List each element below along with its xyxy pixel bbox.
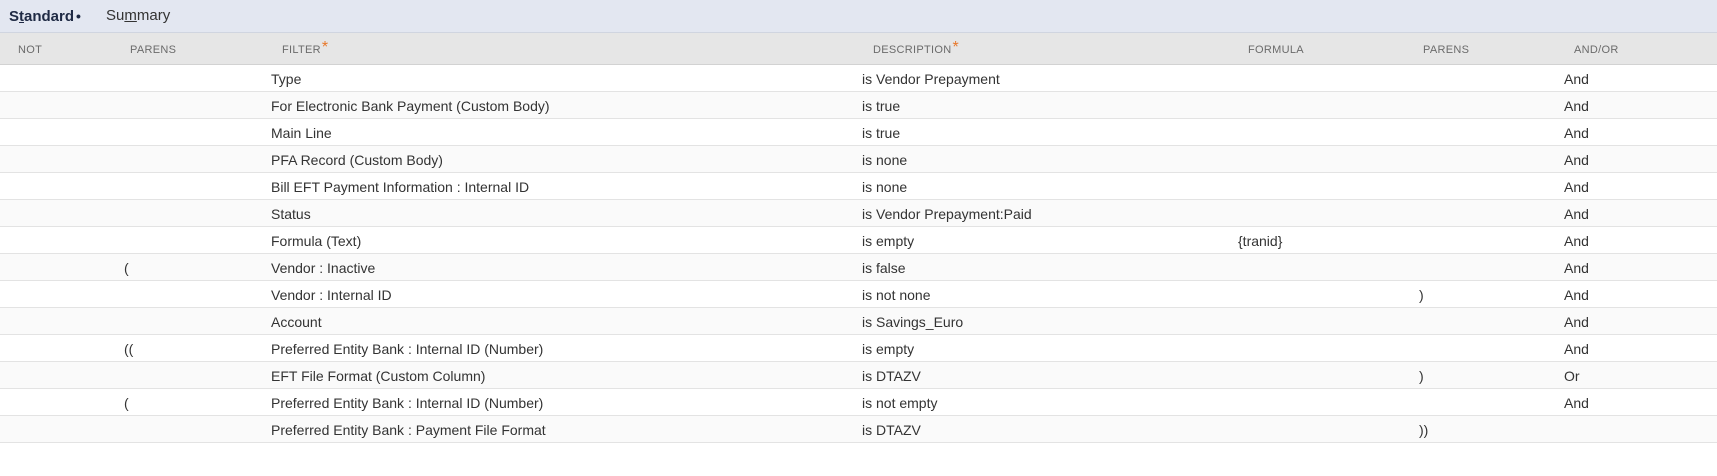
table-row[interactable]: Formula (Text) is empty {tranid} And xyxy=(0,227,1717,254)
required-marker: * xyxy=(952,39,960,56)
cell-parens[interactable]: (( xyxy=(124,341,133,357)
cell-formula[interactable]: {tranid} xyxy=(1238,233,1282,249)
header-description-label: DESCRIPTION xyxy=(873,44,952,56)
cell-filter[interactable]: Vendor : Internal ID xyxy=(271,287,392,303)
tab-standard-label-post: andard xyxy=(24,8,75,25)
cell-andor[interactable]: And xyxy=(1564,233,1589,249)
cell-andor[interactable]: And xyxy=(1564,341,1589,357)
tab-summary-label-pre: Su xyxy=(106,7,125,24)
cell-filter[interactable]: Preferred Entity Bank : Internal ID (Num… xyxy=(271,341,543,357)
header-not: NOT xyxy=(18,44,43,56)
cell-andor[interactable]: And xyxy=(1564,179,1589,195)
cell-description[interactable]: is none xyxy=(862,152,907,168)
cell-filter[interactable]: Account xyxy=(271,314,322,330)
table-row[interactable]: ( Vendor : Inactive is false And xyxy=(0,254,1717,281)
criteria-table-header: NOT PARENS FILTER* DESCRIPTION* FORMULA … xyxy=(0,33,1717,65)
table-row[interactable]: Type is Vendor Prepayment And xyxy=(0,65,1717,92)
cell-filter[interactable]: Vendor : Inactive xyxy=(271,260,375,276)
tab-summary-label-post: mary xyxy=(136,7,171,24)
cell-description[interactable]: is Savings_Euro xyxy=(862,314,963,330)
cell-filter[interactable]: Type xyxy=(271,71,301,87)
table-row[interactable]: PFA Record (Custom Body) is none And xyxy=(0,146,1717,173)
table-row[interactable]: For Electronic Bank Payment (Custom Body… xyxy=(0,92,1717,119)
cell-filter[interactable]: Status xyxy=(271,206,311,222)
cell-parens-close[interactable]: )) xyxy=(1419,422,1428,438)
table-row[interactable]: Account is Savings_Euro And xyxy=(0,308,1717,335)
table-row[interactable]: Main Line is true And xyxy=(0,119,1717,146)
cell-description[interactable]: is true xyxy=(862,125,900,141)
header-parens-close: PARENS xyxy=(1423,44,1470,56)
header-parens: PARENS xyxy=(130,44,177,56)
cell-andor[interactable]: And xyxy=(1564,152,1589,168)
tab-standard-marker: • xyxy=(76,8,81,24)
header-filter: FILTER* xyxy=(282,40,328,57)
table-row[interactable]: EFT File Format (Custom Column) is DTAZV)… xyxy=(0,362,1717,389)
cell-description[interactable]: is false xyxy=(862,260,906,276)
header-filter-label: FILTER xyxy=(282,44,321,56)
tab-summary[interactable]: Summary xyxy=(106,7,170,25)
header-description: DESCRIPTION* xyxy=(873,40,959,57)
cell-parens[interactable]: ( xyxy=(124,395,129,411)
table-row[interactable]: Vendor : Internal ID is not none) And xyxy=(0,281,1717,308)
cell-description[interactable]: is not empty xyxy=(862,395,937,411)
tab-summary-label-accesskey: m xyxy=(124,7,137,24)
header-andor: AND/OR xyxy=(1574,44,1619,56)
cell-description[interactable]: is none xyxy=(862,179,907,195)
cell-andor[interactable]: And xyxy=(1564,71,1589,87)
cell-description[interactable]: is true xyxy=(862,98,900,114)
subtab-bar: Standard • Summary xyxy=(0,0,1717,33)
cell-filter[interactable]: PFA Record (Custom Body) xyxy=(271,152,443,168)
cell-filter[interactable]: For Electronic Bank Payment (Custom Body… xyxy=(271,98,550,114)
cell-parens-close[interactable]: ) xyxy=(1419,368,1424,384)
cell-andor[interactable]: And xyxy=(1564,314,1589,330)
cell-description[interactable]: is Vendor Prepayment:Paid xyxy=(862,206,1032,222)
cell-filter[interactable]: EFT File Format (Custom Column) xyxy=(271,368,485,384)
tab-standard[interactable]: Standard • xyxy=(9,7,81,26)
cell-andor[interactable]: And xyxy=(1564,395,1589,411)
table-row[interactable]: Status is Vendor Prepayment:Paid And xyxy=(0,200,1717,227)
cell-description[interactable]: is DTAZV xyxy=(862,422,921,438)
cell-description[interactable]: is not none xyxy=(862,287,931,303)
cell-filter[interactable]: Preferred Entity Bank : Internal ID (Num… xyxy=(271,395,543,411)
cell-description[interactable]: is empty xyxy=(862,341,914,357)
cell-description[interactable]: is empty xyxy=(862,233,914,249)
cell-andor[interactable]: And xyxy=(1564,206,1589,222)
table-row[interactable]: (( Preferred Entity Bank : Internal ID (N… xyxy=(0,335,1717,362)
cell-filter[interactable]: Main Line xyxy=(271,125,332,141)
table-row[interactable]: Preferred Entity Bank : Payment File For… xyxy=(0,416,1717,443)
tab-standard-label-pre: S xyxy=(9,8,20,25)
cell-description[interactable]: is Vendor Prepayment xyxy=(862,71,1000,87)
cell-andor[interactable]: And xyxy=(1564,260,1589,276)
cell-andor[interactable]: And xyxy=(1564,98,1589,114)
header-formula: FORMULA xyxy=(1248,44,1304,56)
cell-filter[interactable]: Preferred Entity Bank : Payment File For… xyxy=(271,422,546,438)
cell-filter[interactable]: Bill EFT Payment Information : Internal … xyxy=(271,179,529,195)
required-marker: * xyxy=(321,39,329,56)
cell-parens[interactable]: ( xyxy=(124,260,129,276)
cell-filter[interactable]: Formula (Text) xyxy=(271,233,361,249)
cell-andor[interactable]: And xyxy=(1564,287,1589,303)
cell-andor[interactable]: And xyxy=(1564,125,1589,141)
table-row[interactable]: ( Preferred Entity Bank : Internal ID (Nu… xyxy=(0,389,1717,416)
cell-andor[interactable]: Or xyxy=(1564,368,1580,384)
cell-parens-close[interactable]: ) xyxy=(1419,287,1424,303)
cell-description[interactable]: is DTAZV xyxy=(862,368,921,384)
table-row[interactable]: Bill EFT Payment Information : Internal … xyxy=(0,173,1717,200)
